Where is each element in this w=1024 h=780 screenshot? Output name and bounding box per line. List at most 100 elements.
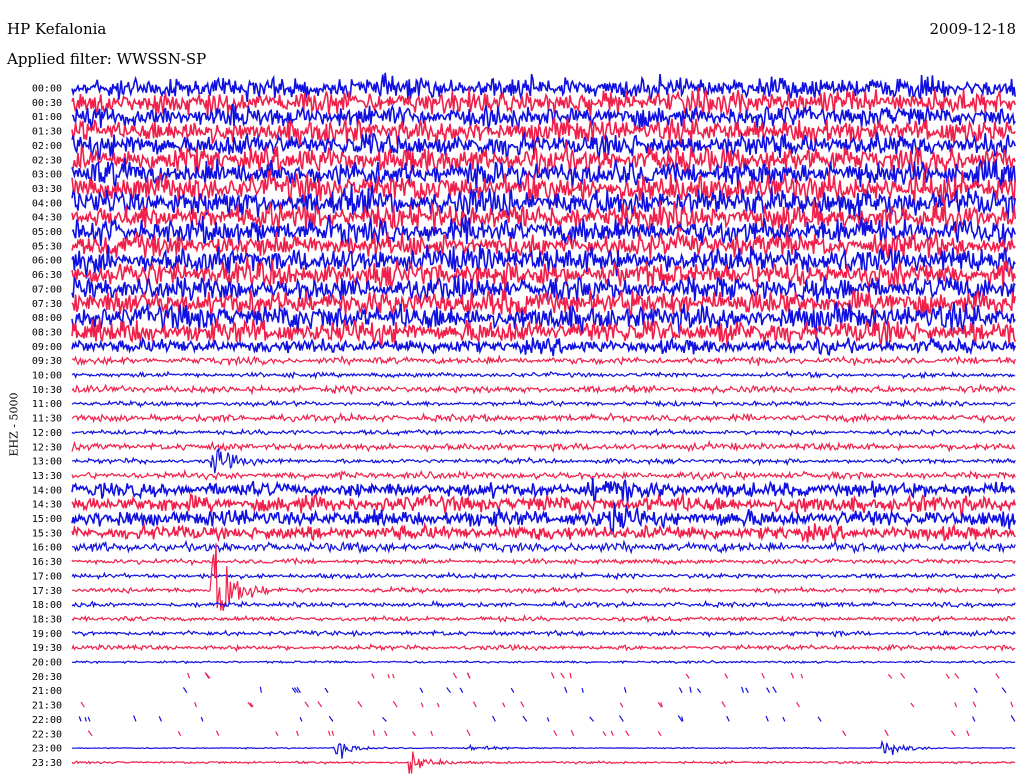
trace-fragment <box>357 701 363 708</box>
row-label-1430: 14:30 <box>32 500 62 511</box>
row-label-0800: 08:00 <box>32 313 62 324</box>
trace-fragment <box>387 674 390 679</box>
trace-fragment <box>177 730 182 737</box>
row-label-0430: 04:30 <box>32 213 62 224</box>
trace-fragment <box>696 688 702 694</box>
trace-fragment <box>800 673 804 679</box>
trace-fragment <box>765 715 769 722</box>
trace-fragment <box>790 672 795 679</box>
trace-fragment <box>522 715 528 722</box>
row-label-1300: 13:00 <box>32 457 62 468</box>
trace-fragment <box>331 730 335 736</box>
trace-fragment <box>625 730 630 737</box>
trace-fragment <box>842 730 847 737</box>
trace-fragment <box>87 730 93 737</box>
row-label-0400: 04:00 <box>32 198 62 209</box>
row-label-1230: 12:30 <box>32 442 62 453</box>
trace-0930 <box>71 353 1016 367</box>
trace-fragment <box>685 673 690 679</box>
trace-fragment <box>412 731 416 737</box>
row-label-0100: 01:00 <box>32 112 62 123</box>
row-label-0330: 03:30 <box>32 184 62 195</box>
trace-fragment <box>721 701 726 708</box>
trace-1130 <box>71 411 1016 425</box>
trace-fragment <box>726 715 730 722</box>
helicorder-plot: 00:00 00:30 01:00 01:30 02:00 02:30 03:00 03:30… <box>32 72 1016 774</box>
row-label-1130: 11:30 <box>32 414 62 425</box>
row-label-0130: 01:30 <box>32 127 62 138</box>
trace-1330 <box>71 468 1016 482</box>
trace-fragment <box>304 701 310 708</box>
trace-1030 <box>71 383 1016 396</box>
trace-2100 <box>182 686 1007 694</box>
row-label-1000: 10:00 <box>32 371 62 382</box>
trace-fragment <box>327 730 331 736</box>
trace-1530 <box>71 521 1016 543</box>
trace-fragment <box>446 687 452 694</box>
row-label-0630: 06:30 <box>32 270 62 281</box>
row-label-0730: 07:30 <box>32 299 62 310</box>
trace-fragment <box>452 672 458 679</box>
trace-2230 <box>87 729 970 737</box>
row-label-2000: 20:00 <box>32 658 62 669</box>
row-label-0030: 00:30 <box>32 98 62 109</box>
row-label-2200: 22:00 <box>32 715 62 726</box>
trace-fragment <box>466 672 471 679</box>
trace-fragment <box>618 715 624 722</box>
trace-fragment <box>623 687 627 693</box>
trace-fragment <box>546 717 550 722</box>
trace-fragment <box>372 729 376 736</box>
trace-fragment <box>796 701 800 708</box>
trace-fragment <box>502 702 506 708</box>
trace-fragment <box>80 701 85 708</box>
trace-fragment <box>510 687 515 693</box>
trace-fragment <box>724 673 729 679</box>
trace-0100 <box>71 103 1016 130</box>
trace-2130 <box>80 700 1014 708</box>
row-label-0930: 09:30 <box>32 356 62 367</box>
trace-2030 <box>187 672 1000 679</box>
trace-fragment <box>296 730 299 736</box>
trace-fragment <box>87 716 91 722</box>
trace-fragment <box>78 716 82 722</box>
trace-fragment <box>678 687 683 693</box>
row-label-2100: 21:00 <box>32 686 62 697</box>
trace-fragment <box>466 729 471 737</box>
trace-fragment <box>328 715 334 722</box>
row-label-1730: 17:30 <box>32 586 62 597</box>
trace-fragment <box>382 716 387 722</box>
trace-1830 <box>71 614 1016 624</box>
trace-fragment <box>761 672 765 679</box>
trace-fragment <box>492 715 496 722</box>
trace-fragment <box>158 716 162 722</box>
trace-fragment <box>581 687 584 693</box>
trace-fragment <box>782 716 786 722</box>
trace-fragment <box>215 730 220 736</box>
trace-fragment <box>610 730 614 736</box>
row-label-0000: 00:00 <box>32 84 62 95</box>
trace-1900 <box>71 628 1016 638</box>
trace-fragment <box>564 686 568 693</box>
trace-fragment <box>1010 715 1016 722</box>
trace-1600 <box>71 539 1016 555</box>
trace-1300 <box>71 447 1016 474</box>
row-label-0830: 08:30 <box>32 327 62 338</box>
trace-fragment <box>740 686 745 693</box>
trace-fragment <box>589 716 594 722</box>
trace-fragment <box>371 673 375 679</box>
trace-fragment <box>392 700 398 708</box>
trace-fragment <box>553 730 558 737</box>
trace-1730 <box>71 543 1016 611</box>
row-label-1600: 16:00 <box>32 543 62 554</box>
trace-2200 <box>78 715 1016 722</box>
trace-2330 <box>71 751 1016 774</box>
trace-fragment <box>945 673 950 679</box>
trace-fragment <box>950 730 956 737</box>
trace-fragment <box>817 716 822 722</box>
row-label-1930: 19:30 <box>32 643 62 654</box>
row-label-1630: 16:30 <box>32 557 62 568</box>
trace-2300 <box>71 739 1016 759</box>
trace-1200 <box>71 427 1016 437</box>
trace-fragment <box>995 673 1000 679</box>
trace-fragment <box>275 731 279 737</box>
